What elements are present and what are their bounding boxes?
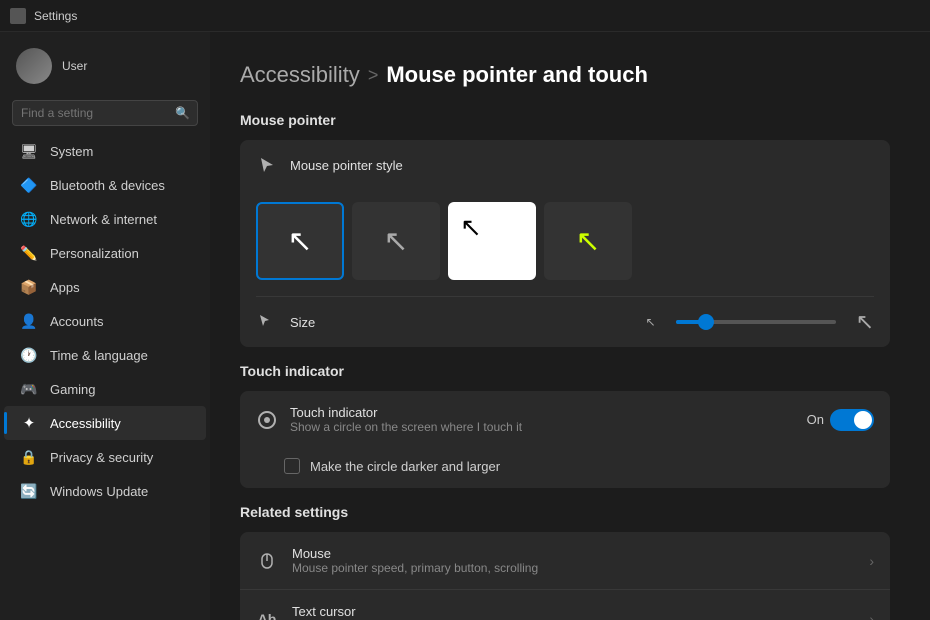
sidebar: User 🔍 🖥 System 🔷 Bluetooth & devices 🌐 …	[0, 32, 210, 620]
sidebar-item-accounts[interactable]: 👤 Accounts	[4, 304, 206, 338]
sidebar-item-system[interactable]: 🖥 System	[4, 134, 206, 168]
slider-thumb[interactable]	[698, 314, 714, 330]
sidebar-item-label: Gaming	[50, 382, 96, 397]
text-cursor-icon: Ab	[256, 608, 278, 620]
cursor-dark-icon: ↖	[383, 224, 408, 259]
search-icon: 🔍	[175, 106, 190, 120]
accounts-icon: 👤	[20, 312, 38, 330]
sidebar-item-label: Apps	[50, 280, 80, 295]
apps-icon: 📦	[20, 278, 38, 296]
touch-indicator-sublabel: Show a circle on the screen where I touc…	[290, 420, 522, 434]
size-row: Size ↖ ↖	[240, 297, 890, 347]
app-icon	[10, 8, 26, 24]
sidebar-item-privacy[interactable]: 🔒 Privacy & security	[4, 440, 206, 474]
mouse-sublabel: Mouse pointer speed, primary button, scr…	[292, 561, 855, 575]
breadcrumb: Accessibility > Mouse pointer and touch	[240, 62, 890, 88]
toggle-knob	[854, 411, 872, 429]
sidebar-item-update[interactable]: 🔄 Windows Update	[4, 474, 206, 508]
touch-toggle-wrap: On	[807, 409, 874, 431]
checkbox-row: Make the circle darker and larger	[240, 448, 890, 488]
sidebar-item-label: Time & language	[50, 348, 148, 363]
size-slider[interactable]	[676, 320, 836, 324]
cursor-inverted-icon: ↖	[460, 212, 482, 243]
size-icon	[256, 311, 278, 333]
pointer-styles-container: ↖ ↖ ↖ ↖	[240, 190, 890, 296]
sidebar-item-label: Bluetooth & devices	[50, 178, 165, 193]
user-section: User	[0, 40, 210, 100]
text-cursor-text: Text cursor Text cursor indicator, thick…	[292, 604, 855, 620]
sidebar-item-network[interactable]: 🌐 Network & internet	[4, 202, 206, 236]
breadcrumb-parent[interactable]: Accessibility	[240, 62, 360, 88]
sidebar-item-label: Network & internet	[50, 212, 157, 227]
breadcrumb-separator: >	[368, 65, 379, 86]
user-name: User	[62, 59, 87, 73]
touch-icon	[256, 409, 278, 431]
gaming-icon: 🎮	[20, 380, 38, 398]
network-icon: 🌐	[20, 210, 38, 228]
update-icon: 🔄	[20, 482, 38, 500]
mouse-icon	[256, 550, 278, 572]
accessibility-icon: ✦	[20, 414, 38, 432]
related-settings-title: Related settings	[240, 504, 890, 520]
search-box[interactable]: 🔍	[12, 100, 198, 126]
pointer-style-icon	[256, 154, 278, 176]
touch-indicator-text: Touch indicator Show a circle on the scr…	[290, 405, 522, 434]
pointer-style-inverted[interactable]: ↖	[448, 202, 536, 280]
touch-toggle[interactable]	[830, 409, 874, 431]
touch-indicator-section-title: Touch indicator	[240, 363, 890, 379]
bluetooth-icon: 🔷	[20, 176, 38, 194]
breadcrumb-current: Mouse pointer and touch	[386, 62, 648, 88]
sidebar-item-label: System	[50, 144, 93, 159]
text-cursor-label: Text cursor	[292, 604, 855, 619]
size-cursor-large: ↖	[856, 309, 874, 335]
pointer-style-white[interactable]: ↖	[256, 202, 344, 280]
touch-indicator-row: Touch indicator Show a circle on the scr…	[240, 391, 890, 448]
mouse-pointer-card: Mouse pointer style ↖ ↖ ↖ ↖	[240, 140, 890, 347]
search-input[interactable]	[12, 100, 198, 126]
sidebar-item-label: Personalization	[50, 246, 139, 261]
darker-circle-checkbox[interactable]	[284, 458, 300, 474]
checkbox-label: Make the circle darker and larger	[310, 459, 500, 474]
sidebar-item-apps[interactable]: 📦 Apps	[4, 270, 206, 304]
content-area: Accessibility > Mouse pointer and touch …	[210, 32, 930, 620]
touch-indicator-label: Touch indicator	[290, 405, 522, 420]
main-layout: User 🔍 🖥 System 🔷 Bluetooth & devices 🌐 …	[0, 32, 930, 620]
sidebar-item-label: Accessibility	[50, 416, 121, 431]
related-mouse-row[interactable]: Mouse Mouse pointer speed, primary butto…	[240, 532, 890, 589]
touch-indicator-card: Touch indicator Show a circle on the scr…	[240, 391, 890, 488]
time-icon: 🕐	[20, 346, 38, 364]
system-icon: 🖥	[20, 142, 38, 160]
mouse-pointer-section-title: Mouse pointer	[240, 112, 890, 128]
sidebar-item-label: Privacy & security	[50, 450, 153, 465]
size-label: Size	[290, 315, 315, 330]
mouse-chevron-icon: ›	[869, 553, 874, 569]
sidebar-item-label: Accounts	[50, 314, 103, 329]
sidebar-item-time[interactable]: 🕐 Time & language	[4, 338, 206, 372]
sidebar-item-accessibility[interactable]: ✦ Accessibility	[4, 406, 206, 440]
sidebar-item-bluetooth[interactable]: 🔷 Bluetooth & devices	[4, 168, 206, 202]
pointer-style-yellow[interactable]: ↖	[544, 202, 632, 280]
avatar	[16, 48, 52, 84]
text-cursor-chevron-icon: ›	[869, 611, 874, 620]
related-text-cursor-row[interactable]: Ab Text cursor Text cursor indicator, th…	[240, 589, 890, 620]
sidebar-item-gaming[interactable]: 🎮 Gaming	[4, 372, 206, 406]
pointer-style-row: Mouse pointer style	[240, 140, 890, 190]
sidebar-item-label: Windows Update	[50, 484, 148, 499]
pointer-style-dark[interactable]: ↖	[352, 202, 440, 280]
pointer-style-label: Mouse pointer style	[290, 158, 403, 173]
toggle-label: On	[807, 412, 824, 427]
cursor-white-icon: ↖	[287, 224, 312, 259]
size-cursor-small: ↖	[646, 315, 656, 329]
mouse-text: Mouse Mouse pointer speed, primary butto…	[292, 546, 855, 575]
personalization-icon: ✏️	[20, 244, 38, 262]
mouse-label: Mouse	[292, 546, 855, 561]
cursor-yellow-icon: ↖	[575, 224, 600, 259]
titlebar-title: Settings	[34, 9, 77, 23]
titlebar: Settings	[0, 0, 930, 32]
related-settings-card: Mouse Mouse pointer speed, primary butto…	[240, 532, 890, 620]
privacy-icon: 🔒	[20, 448, 38, 466]
sidebar-item-personalization[interactable]: ✏️ Personalization	[4, 236, 206, 270]
